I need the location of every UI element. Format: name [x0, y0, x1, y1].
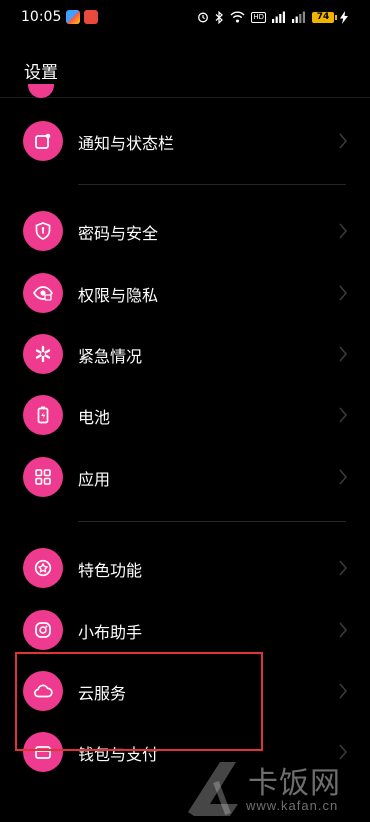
apps-grid-icon: [23, 457, 63, 497]
bluetooth-icon: [215, 10, 224, 24]
chevron-right-icon: [339, 622, 348, 638]
chevron-right-icon: [339, 469, 348, 485]
settings-screen: 10:05 HD 74 设置 通知与状态栏 密码与安全 权限与隐私 紧急情况 电…: [0, 0, 370, 822]
chevron-right-icon: [339, 560, 348, 576]
settings-item-label: 紧急情况: [78, 347, 143, 366]
chevron-right-icon: [339, 223, 348, 239]
emergency-icon: [23, 334, 63, 374]
shield-lock-icon: [23, 211, 63, 251]
settings-item-label: 权限与隐私: [78, 286, 159, 305]
watermark-brand: 卡饭网: [248, 766, 341, 801]
section-divider: [78, 184, 346, 185]
chevron-right-icon: [339, 346, 348, 362]
chevron-right-icon: [339, 683, 348, 699]
charging-icon: [340, 10, 348, 24]
status-time: 10:05: [21, 9, 62, 25]
notification-app-icon: [66, 10, 80, 24]
settings-item-label: 通知与状态栏: [78, 134, 175, 153]
header-divider: [0, 97, 370, 98]
page-title: 设置: [24, 63, 58, 83]
alarm-icon: [198, 12, 209, 23]
settings-item-label: 应用: [78, 470, 111, 489]
highlight-annotation-box: [15, 652, 263, 751]
star-badge-icon: [23, 548, 63, 588]
notification-icon: [23, 121, 63, 161]
chevron-right-icon: [339, 133, 348, 149]
assistant-icon: [23, 610, 63, 650]
cellular-signal-icon: [272, 11, 285, 23]
settings-item-label: 特色功能: [78, 561, 143, 580]
section-divider: [78, 521, 346, 522]
settings-item-battery[interactable]: 电池: [0, 384, 370, 446]
chevron-right-icon: [339, 285, 348, 301]
cellular-signal-icon-2: [292, 11, 305, 23]
chevron-right-icon: [339, 407, 348, 423]
settings-item-special-features[interactable]: 特色功能: [0, 537, 370, 599]
wifi-icon: [230, 11, 245, 23]
scrolled-item-icon: [28, 84, 54, 98]
settings-item-label: 电池: [78, 408, 111, 427]
settings-item-label: 密码与安全: [78, 224, 159, 243]
hd-badge: HD: [251, 11, 266, 23]
settings-item-privacy[interactable]: 权限与隐私: [0, 262, 370, 324]
settings-item-password-security[interactable]: 密码与安全: [0, 200, 370, 262]
watermark-url: www.kafan.cn: [246, 798, 339, 813]
battery-indicator: 74: [312, 11, 337, 23]
battery-icon: [23, 395, 63, 435]
status-bar: 10:05 HD 74: [0, 0, 370, 34]
settings-item-notifications[interactable]: 通知与状态栏: [0, 110, 370, 172]
notification-app-icon-2: [84, 10, 98, 24]
status-icons: HD 74: [197, 8, 348, 26]
settings-item-apps[interactable]: 应用: [0, 446, 370, 508]
settings-item-label: 小布助手: [78, 623, 143, 642]
settings-item-emergency[interactable]: 紧急情况: [0, 323, 370, 385]
privacy-eye-icon: [23, 273, 63, 313]
